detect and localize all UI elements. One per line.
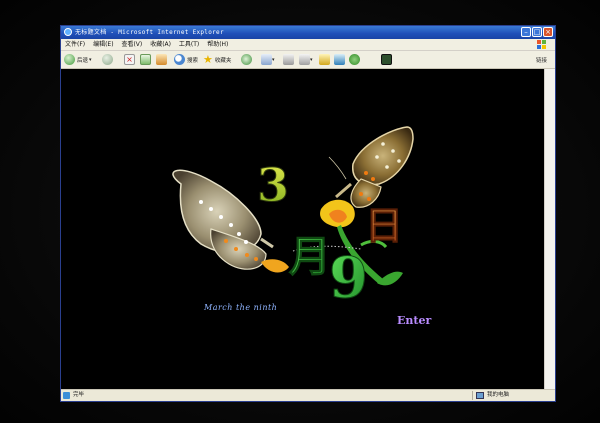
research-button[interactable] [334,53,345,66]
links-label[interactable]: 链接 [536,56,547,64]
menu-favorites[interactable]: 收藏(A) [150,41,171,48]
numeral-9: 9 [329,245,368,311]
menu-help[interactable]: 帮助(H) [207,41,228,48]
back-label: 后退 [77,57,89,64]
forward-button[interactable] [102,53,113,66]
history-icon [241,54,252,65]
window-title: 无标题文档 - Microsoft Internet Explorer [75,29,224,36]
stop-icon: × [124,54,135,65]
star-icon: ★ [203,53,213,66]
char-month: 月 [289,232,331,281]
toolbar: 后退 ▾ × 搜索 ★ 收藏夹 ▾ ▾ 链接 [61,51,555,69]
menu-file[interactable]: 文件(F) [65,41,85,48]
subtitle-text: March the ninth [204,303,278,312]
messenger-button[interactable] [349,53,360,66]
forward-arrow-icon [102,54,113,65]
chevron-down-icon: ▾ [89,56,92,63]
history-button[interactable] [241,53,252,66]
refresh-button[interactable] [140,53,151,66]
menu-edit[interactable]: 编辑(E) [93,41,113,48]
research-icon [334,54,345,65]
home-icon [156,54,167,65]
favorites-button[interactable]: ★ 收藏夹 [203,53,231,66]
status-bar: 完毕 我的电脑 [61,389,555,401]
minimize-button[interactable]: – [521,27,531,37]
menu-bar: 文件(F) 编辑(E) 查看(V) 收藏(A) 工具(T) 帮助(H) [61,39,555,51]
ie-icon [64,28,72,36]
window-controls: – □ × [521,27,553,37]
home-button[interactable] [156,53,167,66]
media-button[interactable] [381,53,392,66]
favorites-label: 收藏夹 [214,57,232,64]
enter-link[interactable]: Enter [397,314,431,327]
discuss-icon [319,54,330,65]
mail-chevron-icon: ▾ [272,56,275,63]
mail-button[interactable]: ▾ [261,53,275,66]
mail-icon [261,54,272,65]
page-content: 3 月 9 日 March the ninth Enter [61,69,545,392]
status-divider [472,391,473,400]
close-button[interactable]: × [543,27,553,37]
page-status-icon [63,392,70,399]
edit-chevron-icon: ▾ [310,56,313,63]
print-icon [283,54,294,65]
status-text: 完毕 [73,392,85,398]
refresh-icon [140,54,151,65]
maximize-button[interactable]: □ [532,27,542,37]
back-button[interactable]: 后退 ▾ [64,53,92,66]
monitor-bezel: 无标题文档 - Microsoft Internet Explorer – □ … [0,0,600,423]
stop-button[interactable]: × [124,53,135,66]
messenger-icon [349,54,360,65]
butterfly-right [328,126,414,208]
menu-tools[interactable]: 工具(T) [179,41,199,48]
search-label: 搜索 [187,57,199,64]
flower-bud [261,259,289,273]
vertical-scrollbar[interactable] [544,69,555,392]
edit-button[interactable]: ▾ [299,53,313,66]
back-arrow-icon [64,54,75,65]
menu-view[interactable]: 查看(V) [121,41,142,48]
char-day: 日 [365,204,403,248]
discuss-button[interactable] [319,53,330,66]
print-button[interactable] [283,53,294,66]
search-button[interactable]: 搜索 [174,53,198,66]
media-icon [381,54,392,65]
calendar-artwork: 3 月 9 日 [172,126,414,312]
windows-logo-icon [537,40,546,49]
zone-text: 我的电脑 [487,392,510,398]
title-bar[interactable]: 无标题文档 - Microsoft Internet Explorer – □ … [61,26,555,39]
computer-icon [476,392,484,399]
numeral-3: 3 [257,158,289,212]
edit-icon [299,54,310,65]
ie-window: 无标题文档 - Microsoft Internet Explorer – □ … [60,25,556,402]
search-icon [174,54,185,65]
